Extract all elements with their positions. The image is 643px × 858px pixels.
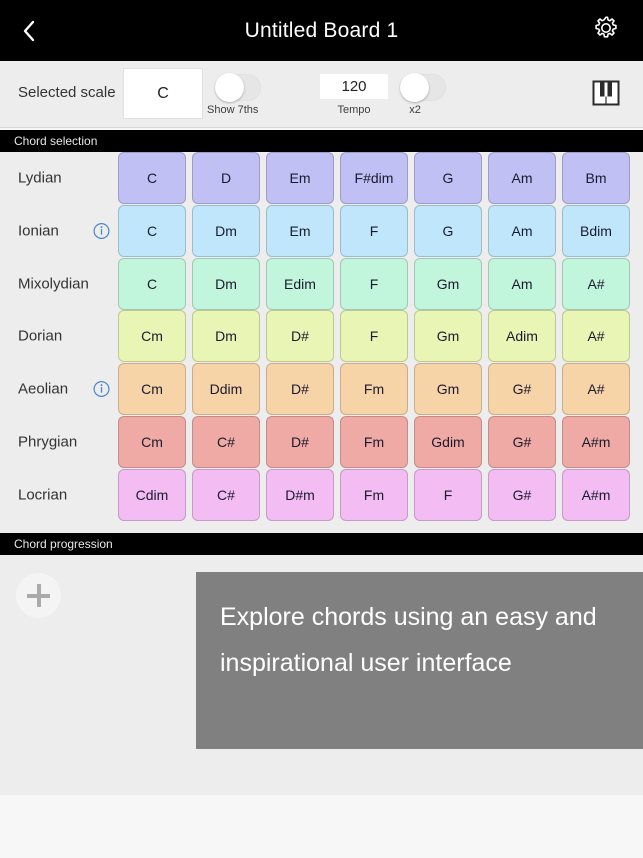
mode-label-locrian: Locrian <box>18 486 68 504</box>
chord-button[interactable]: F <box>340 204 408 257</box>
gear-icon <box>592 14 620 47</box>
chord-button[interactable]: Bdim <box>562 204 630 257</box>
chord-button[interactable]: Edim <box>266 257 334 310</box>
chord-selection-header: Chord selection <box>0 130 643 152</box>
info-icon[interactable] <box>93 222 110 239</box>
onboarding-tooltip: Explore chords using an easy and inspira… <box>196 572 643 749</box>
chord-row: Dorian Cm Dm D# F Gm Adim A# <box>0 310 643 363</box>
chord-button[interactable]: D# <box>266 310 334 363</box>
title-bar: Untitled Board 1 <box>0 0 643 61</box>
chord-button[interactable]: Cdim <box>118 468 186 521</box>
chord-button[interactable]: C <box>118 257 186 310</box>
toggle-track <box>215 73 261 102</box>
chord-selection-panel: Lydian C D Em F#dim G Am Bm Ionian C Dm Em F G Am Bdim M… <box>0 152 643 533</box>
show-sevenths-label: Show 7ths <box>207 104 259 116</box>
bottom-area <box>0 795 643 858</box>
chord-button[interactable]: Gm <box>414 257 482 310</box>
chord-button[interactable]: Cm <box>118 363 186 416</box>
chord-button[interactable]: Cm <box>118 310 186 363</box>
plus-icon <box>27 584 50 607</box>
chord-button[interactable]: D#m <box>266 468 334 521</box>
mode-label-lydian: Lydian <box>18 169 62 187</box>
selected-scale-field[interactable]: C <box>123 68 203 119</box>
mode-label-aeolian: Aeolian <box>18 380 69 398</box>
piano-button[interactable] <box>591 79 621 107</box>
chord-button[interactable]: G# <box>488 363 556 416</box>
chord-row: Phrygian Cm C# D# Fm Gdim G# A#m <box>0 416 643 468</box>
tempo-label: Tempo <box>337 104 371 116</box>
chord-row: Lydian C D Em F#dim G Am Bm <box>0 152 643 204</box>
chord-button[interactable]: G# <box>488 416 556 468</box>
toggle-track <box>400 73 446 102</box>
double-time-label: x2 <box>409 104 421 116</box>
chord-button[interactable]: Dm <box>192 204 260 257</box>
chord-button[interactable]: Fm <box>340 363 408 416</box>
info-icon[interactable] <box>93 381 110 398</box>
chord-button[interactable]: Em <box>266 152 334 204</box>
piano-keyboard-icon <box>591 80 621 111</box>
chord-button[interactable]: Am <box>488 204 556 257</box>
mode-label-dorian: Dorian <box>18 327 63 345</box>
toggle-knob <box>215 73 244 102</box>
chord-button[interactable]: Cm <box>118 416 186 468</box>
chord-button[interactable]: Ddim <box>192 363 260 416</box>
show-sevenths-toggle[interactable]: Show 7ths <box>207 73 261 116</box>
tempo-input[interactable]: 120 <box>320 74 388 99</box>
chord-row-cells: Cm Ddim D# Fm Gm G# A# <box>118 363 630 416</box>
selected-scale-label: Selected scale <box>18 84 116 101</box>
chord-button[interactable]: F <box>340 257 408 310</box>
mode-label-phrygian: Phrygian <box>18 433 78 451</box>
chord-row: Ionian C Dm Em F G Am Bdim <box>0 204 643 257</box>
chord-progression-header: Chord progression <box>0 533 643 555</box>
chord-button[interactable]: Fm <box>340 416 408 468</box>
chord-button[interactable]: F <box>414 468 482 521</box>
chord-row-cells: C Dm Em F G Am Bdim <box>118 204 630 257</box>
chord-button[interactable]: F <box>340 310 408 363</box>
chord-button[interactable]: Gdim <box>414 416 482 468</box>
double-time-toggle[interactable]: x2 <box>400 73 446 116</box>
chord-button[interactable]: Gm <box>414 310 482 363</box>
mode-label-mixolydian: Mixolydian <box>18 275 89 293</box>
toggle-knob <box>400 73 429 102</box>
chord-row-cells: Cdim C# D#m Fm F G# A#m <box>118 468 630 521</box>
add-chord-button[interactable] <box>16 573 61 618</box>
settings-button[interactable] <box>583 0 629 61</box>
chord-button[interactable]: A# <box>562 363 630 416</box>
chord-button[interactable]: A# <box>562 310 630 363</box>
chord-button[interactable]: Dm <box>192 257 260 310</box>
chord-row-cells: Cm C# D# Fm Gdim G# A#m <box>118 416 630 468</box>
chord-button[interactable]: D# <box>266 363 334 416</box>
chord-row: Aeolian Cm Ddim D# Fm Gm G# A# <box>0 363 643 416</box>
chord-button[interactable]: C <box>118 152 186 204</box>
page-title: Untitled Board 1 <box>244 18 399 42</box>
chord-row: Mixolydian C Dm Edim F Gm Am A# <box>0 257 643 310</box>
chord-button[interactable]: Fm <box>340 468 408 521</box>
chord-button[interactable]: F#dim <box>340 152 408 204</box>
chord-button[interactable]: G <box>414 152 482 204</box>
chord-button[interactable]: C# <box>192 416 260 468</box>
chord-button[interactable]: G# <box>488 468 556 521</box>
chord-button[interactable]: Am <box>488 152 556 204</box>
chord-button[interactable]: Dm <box>192 310 260 363</box>
chord-button[interactable]: D# <box>266 416 334 468</box>
chord-button[interactable]: A#m <box>562 468 630 521</box>
chord-row-cells: C Dm Edim F Gm Am A# <box>118 257 630 310</box>
chord-button[interactable]: C <box>118 204 186 257</box>
chord-button[interactable]: A# <box>562 257 630 310</box>
chord-row-cells: Cm Dm D# F Gm Adim A# <box>118 310 630 363</box>
chord-button[interactable]: Em <box>266 204 334 257</box>
chord-button[interactable]: C# <box>192 468 260 521</box>
chord-button[interactable]: Gm <box>414 363 482 416</box>
chord-button[interactable]: Am <box>488 257 556 310</box>
chord-button[interactable]: Bm <box>562 152 630 204</box>
mode-label-ionian: Ionian <box>18 222 59 240</box>
chord-button[interactable]: G <box>414 204 482 257</box>
chord-button[interactable]: A#m <box>562 416 630 468</box>
chord-row: Locrian Cdim C# D#m Fm F G# A#m <box>0 468 643 521</box>
app-root: Untitled Board 1 Selected scale C Show 7… <box>0 0 643 858</box>
chord-button[interactable]: Adim <box>488 310 556 363</box>
chord-row-cells: C D Em F#dim G Am Bm <box>118 152 630 204</box>
chord-button[interactable]: D <box>192 152 260 204</box>
